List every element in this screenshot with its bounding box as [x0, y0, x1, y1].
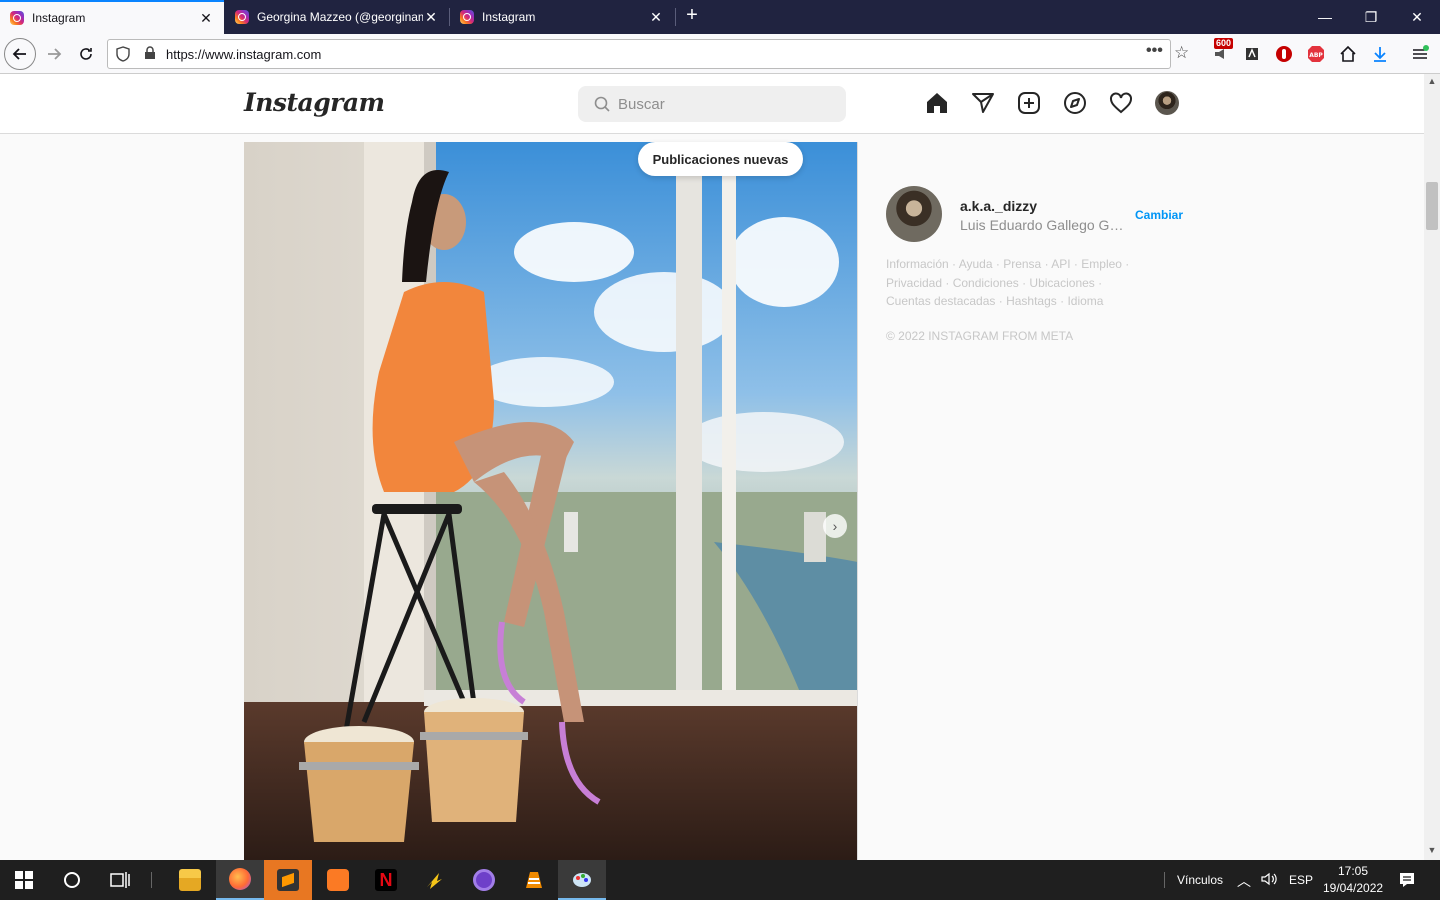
new-tab-icon[interactable]: + [680, 4, 704, 28]
browser-toolbar: https://www.instagram.com ••• ☆ 600 ABP [0, 34, 1440, 74]
footer-link-info[interactable]: Información [886, 257, 949, 271]
search-box[interactable] [578, 86, 846, 122]
sidebar-username[interactable]: a.k.a._dizzy [960, 198, 1037, 214]
close-window-icon[interactable]: ✕ [1394, 0, 1440, 34]
winamp-icon[interactable] [410, 860, 458, 900]
page-actions-icon[interactable]: ••• [1146, 42, 1163, 60]
tab-georgina[interactable]: Georgina Mazzeo (@georginam ✕ [225, 0, 449, 34]
home-icon[interactable] [924, 90, 950, 116]
vlc-icon[interactable] [510, 860, 558, 900]
footer-link-jobs[interactable]: Empleo [1081, 257, 1122, 271]
close-icon[interactable]: ✕ [648, 9, 664, 26]
chevron-right-icon[interactable]: › [823, 514, 847, 538]
file-explorer-icon[interactable] [166, 860, 214, 900]
scrollbar-thumb[interactable] [1426, 182, 1438, 230]
footer-link-terms[interactable]: Condiciones [953, 276, 1019, 290]
svg-text:ABP: ABP [1309, 52, 1323, 59]
firefox-icon[interactable] [216, 860, 264, 900]
footer-links: Información · Ayuda · Prensa · API · Emp… [886, 257, 1130, 308]
footer-link-language[interactable]: Idioma [1067, 294, 1103, 308]
tab-label: Instagram [32, 11, 86, 25]
search-input[interactable] [618, 95, 818, 113]
notifications-extension-icon[interactable] [1208, 42, 1232, 66]
copyright-text: © 2022 INSTAGRAM FROM META [886, 329, 1074, 343]
star-bookmark-icon[interactable]: ☆ [1174, 43, 1189, 63]
reload-icon[interactable] [70, 38, 102, 70]
lock-icon[interactable] [144, 46, 156, 63]
adblock-plus-icon[interactable]: ABP [1304, 42, 1328, 66]
notification-center-icon[interactable] [1398, 871, 1416, 892]
task-view-icon[interactable] [96, 860, 144, 900]
url-bar[interactable]: https://www.instagram.com ••• ☆ [107, 39, 1189, 69]
activity-heart-icon[interactable] [1108, 90, 1134, 116]
shield-icon[interactable] [116, 46, 130, 65]
footer-link-hashtags[interactable]: Hashtags [1006, 294, 1057, 308]
tab-label: Instagram [482, 10, 536, 24]
tab-instagram-1[interactable]: Instagram ✕ [0, 0, 224, 34]
instagram-favicon-icon [10, 11, 24, 25]
forward-arrow-icon[interactable] [38, 38, 70, 70]
language-indicator[interactable]: ESP [1289, 873, 1313, 887]
menu-hamburger-icon[interactable] [1408, 42, 1432, 66]
restore-icon[interactable]: ❐ [1348, 0, 1394, 34]
tab-separator [675, 8, 676, 26]
volume-icon[interactable] [1260, 870, 1278, 891]
minimize-icon[interactable]: — [1302, 0, 1348, 34]
sidebar-full-name: Luis Eduardo Gallego Gar... [960, 217, 1130, 233]
close-icon[interactable]: ✕ [423, 9, 439, 26]
links-toolbar[interactable]: Vínculos [1177, 873, 1223, 887]
direct-messages-icon[interactable] [970, 90, 996, 116]
extension-shield-icon[interactable] [1240, 42, 1264, 66]
chevron-up-icon[interactable]: ︿ [1237, 871, 1251, 891]
netflix-icon[interactable]: N [362, 860, 410, 900]
tab-instagram-3[interactable]: Instagram ✕ [450, 0, 674, 34]
instagram-favicon-icon [460, 10, 474, 24]
taskbar-divider [151, 872, 152, 888]
footer-link-api[interactable]: API [1051, 257, 1070, 271]
paint-icon[interactable] [558, 860, 606, 900]
search-icon [594, 96, 610, 112]
footer-link-press[interactable]: Prensa [1003, 257, 1041, 271]
instagram-favicon-icon [235, 10, 249, 24]
download-icon[interactable] [1368, 42, 1392, 66]
footer-link-locations[interactable]: Ubicaciones [1029, 276, 1094, 290]
cortana-search-icon[interactable] [48, 860, 96, 900]
scroll-down-icon[interactable]: ▼ [1424, 845, 1440, 859]
switch-account-link[interactable]: Cambiar [1135, 208, 1183, 222]
taskbar-divider [1164, 872, 1165, 888]
ublock-icon[interactable] [1272, 42, 1296, 66]
sublime-text-icon[interactable] [264, 860, 312, 900]
avatar[interactable] [886, 186, 942, 242]
back-arrow-icon[interactable] [4, 38, 36, 70]
instagram-header: Instagram [0, 74, 1424, 134]
explore-compass-icon[interactable] [1062, 90, 1088, 116]
clock-time[interactable]: 17:05 [1338, 864, 1368, 878]
new-posts-button[interactable]: Publicaciones nuevas [638, 142, 803, 176]
browser-tab-strip: Instagram ✕ Georgina Mazzeo (@georginam … [0, 0, 1440, 34]
footer-link-help[interactable]: Ayuda [959, 257, 993, 271]
github-desktop-icon[interactable] [460, 860, 508, 900]
xampp-icon[interactable] [314, 860, 362, 900]
new-post-icon[interactable] [1016, 90, 1042, 116]
scroll-up-icon[interactable]: ▲ [1424, 76, 1440, 90]
footer-link-privacy[interactable]: Privacidad [886, 276, 942, 290]
windows-start-icon[interactable] [0, 860, 48, 900]
home-icon[interactable] [1336, 42, 1360, 66]
clock-date[interactable]: 19/04/2022 [1323, 881, 1383, 895]
feed-post-image[interactable] [244, 142, 858, 860]
tab-label: Georgina Mazzeo (@georginam [257, 10, 423, 24]
windows-taskbar: N Vínculos ︿ ESP 17:05 19/04/2022 [0, 860, 1440, 900]
profile-avatar-icon[interactable] [1154, 90, 1180, 116]
footer-link-top-accounts[interactable]: Cuentas destacadas [886, 294, 995, 308]
post-photo [244, 142, 857, 860]
url-text: https://www.instagram.com [166, 46, 322, 62]
close-icon[interactable]: ✕ [198, 10, 214, 27]
instagram-logo[interactable]: Instagram [244, 88, 385, 117]
